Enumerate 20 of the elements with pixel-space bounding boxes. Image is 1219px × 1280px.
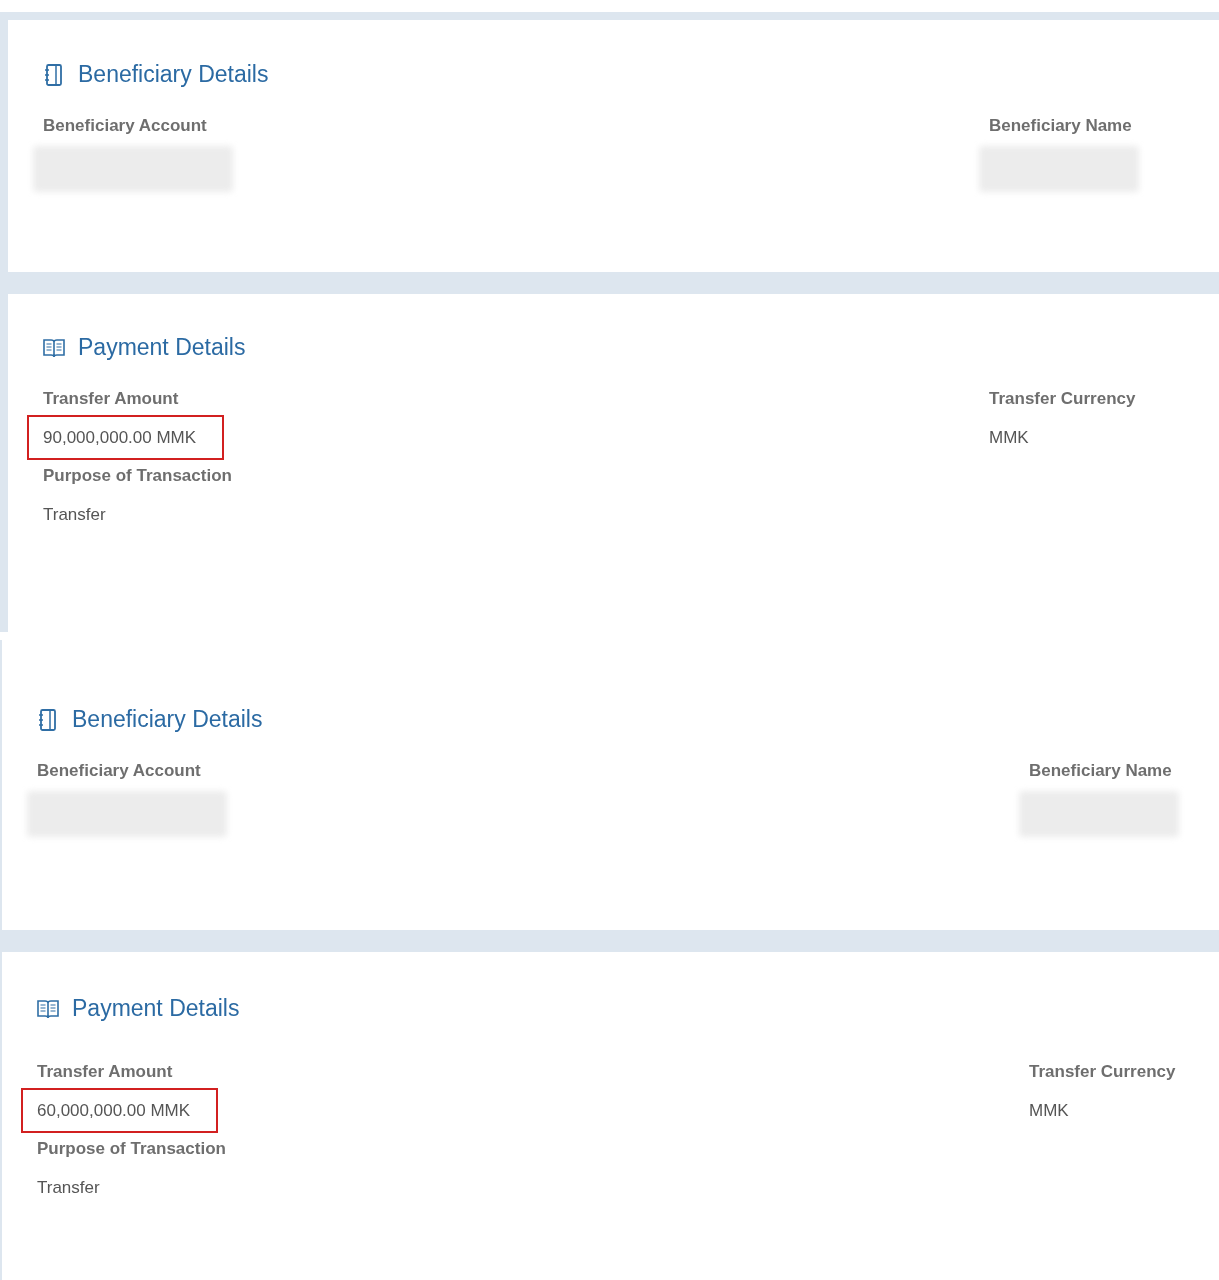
field-label: Purpose of Transaction	[43, 466, 232, 486]
field-label: Beneficiary Name	[989, 116, 1133, 136]
field-label: Transfer Currency	[1029, 1062, 1177, 1082]
section-title: Beneficiary Details	[78, 61, 269, 88]
field-label: Purpose of Transaction	[37, 1139, 226, 1159]
field-label: Beneficiary Name	[1029, 761, 1173, 781]
field-value: Transfer	[37, 1177, 100, 1199]
field-value: MMK	[1029, 1100, 1069, 1122]
section-title: Payment Details	[78, 334, 246, 361]
field-label: Transfer Amount	[43, 389, 180, 409]
field-label: Beneficiary Account	[43, 116, 208, 136]
section-title: Beneficiary Details	[72, 706, 263, 733]
section-title: Payment Details	[72, 995, 240, 1022]
field-label: Transfer Amount	[37, 1062, 174, 1082]
field-value: MMK	[989, 427, 1029, 449]
field-value: Transfer	[43, 504, 106, 526]
field-label: Transfer Currency	[989, 389, 1137, 409]
highlighted-value: 60,000,000.00 MMK	[21, 1088, 219, 1133]
highlighted-value: 90,000,000.00 MMK	[27, 415, 225, 460]
field-label: Beneficiary Account	[37, 761, 202, 781]
